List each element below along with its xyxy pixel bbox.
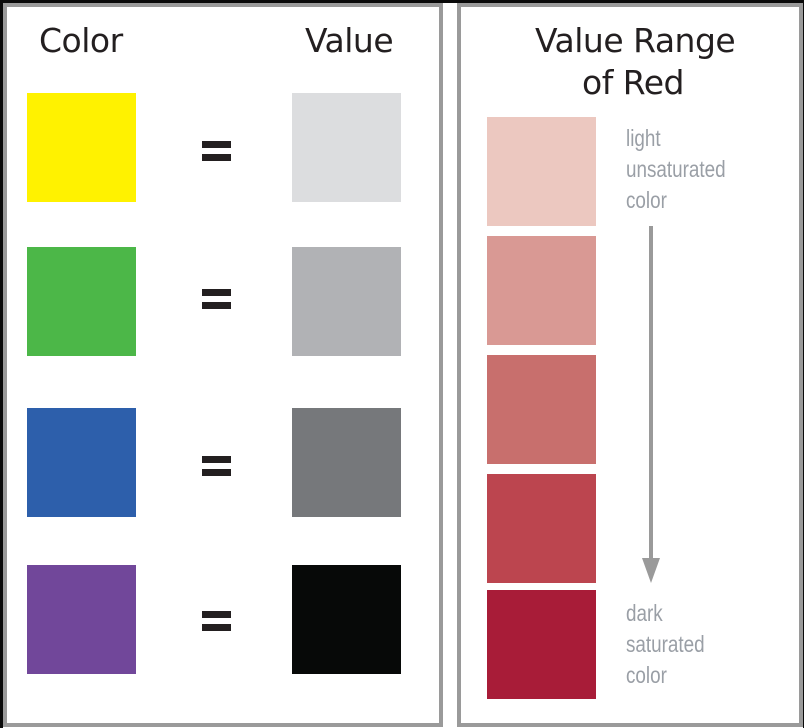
arrow-down-icon: [642, 226, 660, 583]
arrow-head: [642, 558, 660, 583]
arrow-shaft: [649, 226, 653, 560]
